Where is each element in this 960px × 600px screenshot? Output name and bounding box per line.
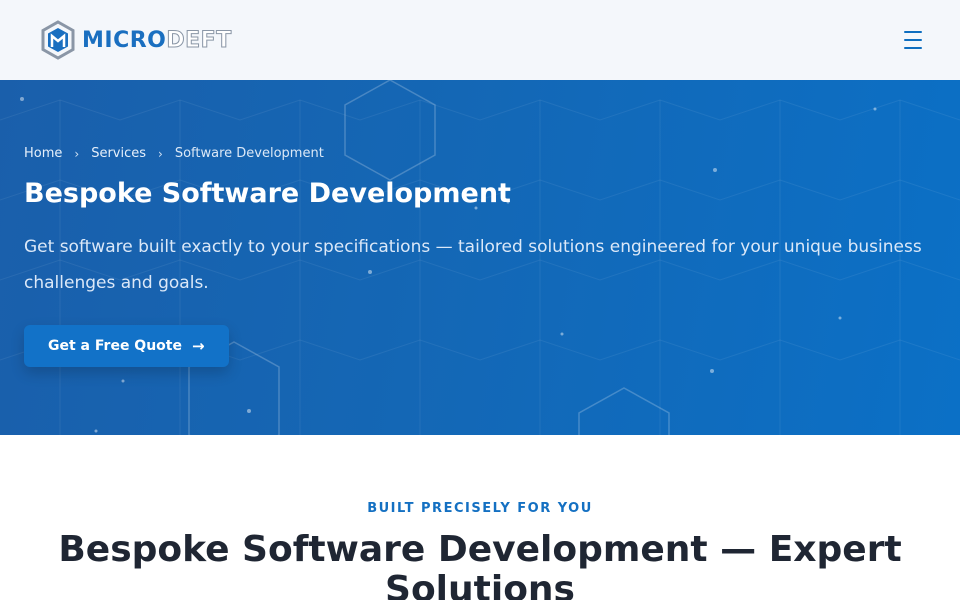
logo-hexagon-icon [41,20,75,60]
hero-banner: Home › Services › Software Development B… [0,80,960,435]
cta-label: Get a Free Quote [48,338,182,354]
breadcrumb-services[interactable]: Services [91,146,146,161]
section-eyebrow: BUILT PRECISELY FOR YOU [367,501,593,516]
logo-text: MICRODEFT [82,27,232,53]
hero-content: Home › Services › Software Development B… [24,146,924,367]
get-free-quote-button[interactable]: Get a Free Quote → [24,325,229,367]
hamburger-menu-icon[interactable] [904,31,926,49]
site-header: MICRODEFT [0,0,960,80]
intro-section: BUILT PRECISELY FOR YOU Bespoke Software… [0,435,960,600]
arrow-right-icon: → [191,337,205,355]
section-title: Bespoke Software Development — Expert So… [58,529,902,600]
breadcrumb-current: Software Development [174,146,324,161]
breadcrumb-home[interactable]: Home [24,146,62,161]
page-title: Bespoke Software Development [24,178,511,209]
breadcrumb: Home › Services › Software Development [24,146,924,161]
breadcrumb-separator: › [74,146,80,161]
breadcrumb-separator: › [158,146,163,161]
hero-subtitle: Get software built exactly to your speci… [24,237,922,293]
logo[interactable]: MICRODEFT [40,20,232,60]
